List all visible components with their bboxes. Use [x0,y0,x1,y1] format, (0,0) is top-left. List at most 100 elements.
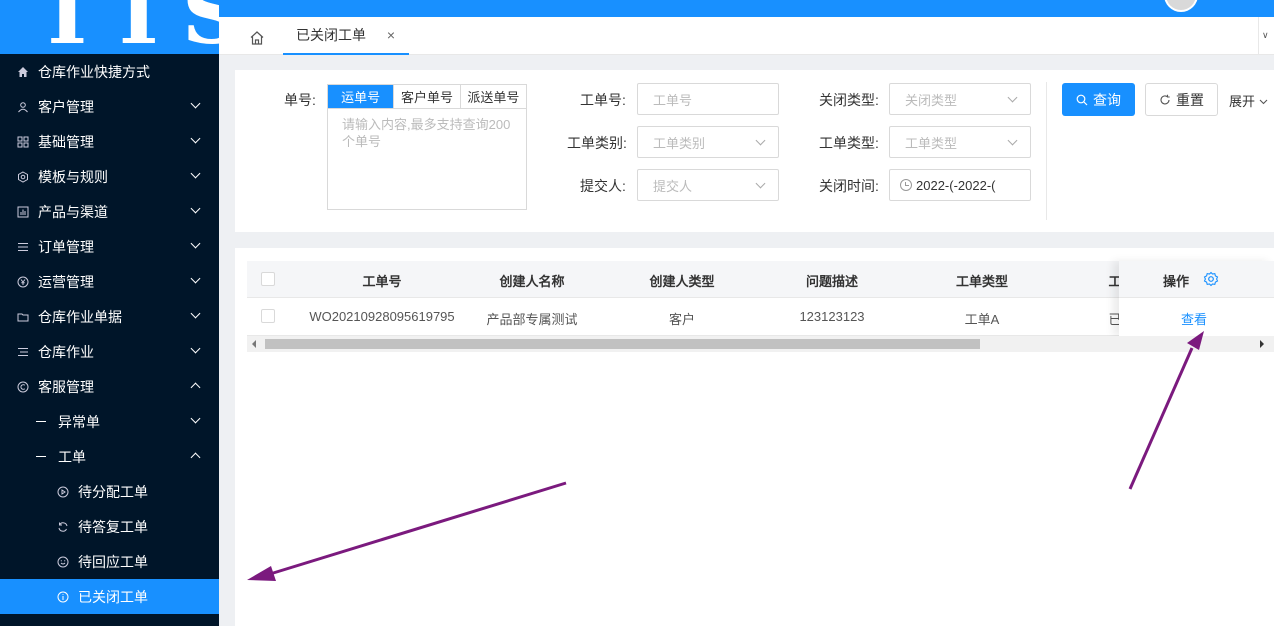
home-icon [250,31,264,45]
submitter-select[interactable]: 提交人 [637,169,779,201]
col-action: 操作 [1162,274,1189,289]
cell-ticket-no: WO20210928095619795 [309,309,455,324]
sidebar-item-customer-service[interactable]: 客服管理 [0,369,219,404]
sidebar-item-label: 待答复工单 [78,518,148,535]
sidebar-item-exceptions[interactable]: 异常单 [0,404,219,439]
logo-text: TTS [36,0,219,54]
order-no-textarea[interactable]: 请输入内容,最多支持查询200个单号 [327,108,527,210]
table-panel: 工单号 创建人名称 创建人类型 问题描述 工单类型 工 WO2021092809… [235,248,1274,626]
sidebar-item-label: 待分配工单 [78,483,148,500]
ticket-category-label: 工单类别: [567,135,627,151]
close-type-label: 关闭类型: [819,92,879,108]
tabs-bar: 已关闭工单 × ∨ [219,17,1274,55]
chevron-down-icon [190,308,201,319]
sidebar-item-label: 仓库作业快捷方式 [38,63,150,80]
tabs-more-button[interactable]: ∨ [1258,17,1274,55]
chevron-down-icon [190,133,201,144]
close-icon[interactable]: × [387,27,395,43]
sidebar-item-operations[interactable]: 运营管理 [0,264,219,299]
seg-delivery-no[interactable]: 派送单号 [461,85,526,108]
sidebar-item-products-channels[interactable]: 产品与渠道 [0,194,219,229]
sidebar-item-label: 产品与渠道 [38,203,108,220]
order-type-segmented: 运单号 客户单号 派送单号 [327,84,527,109]
col-creator-name: 创建人名称 [499,274,565,289]
reset-button-label: 重置 [1176,91,1204,108]
sidebar-item-label: 基础管理 [38,133,94,150]
horizontal-scrollbar[interactable] [247,336,1274,352]
scroll-left-icon[interactable] [252,340,256,348]
scroll-thumb[interactable] [265,339,980,349]
cell-ticket-type: 工单A [964,312,1000,327]
logo: TTS [0,0,219,54]
folder-icon [16,310,30,324]
submitter-label: 提交人: [580,178,626,194]
sidebar-item-label: 仓库作业单据 [38,308,122,325]
col-creator-type: 创建人类型 [649,274,715,289]
gear-icon[interactable] [1203,271,1219,287]
list-icon [16,240,30,254]
sidebar-item-warehouse-documents[interactable]: 仓库作业单据 [0,299,219,334]
sidebar: TTS 仓库作业快捷方式 客户管理 基础管理 模板与规则 产品与渠道 [0,0,219,626]
close-time-start: 2022-( [916,177,954,193]
chevron-down-icon [190,98,201,109]
sidebar-item-orders[interactable]: 订单管理 [0,229,219,264]
sidebar-item-pending-response[interactable]: 待回应工单 [0,544,219,579]
close-type-select[interactable]: 关闭类型 [889,83,1031,115]
tab-closed-tickets[interactable]: 已关闭工单 × [283,17,409,55]
sidebar-item-warehouse-shortcuts[interactable]: 仓库作业快捷方式 [0,54,219,89]
sidebar-item-customers[interactable]: 客户管理 [0,89,219,124]
select-placeholder: 提交人 [653,178,693,194]
sidebar-item-templates-rules[interactable]: 模板与规则 [0,159,219,194]
col-description: 问题描述 [805,274,858,289]
action-cell: 查看 [1119,298,1274,336]
sidebar-item-warehouse-operations[interactable]: 仓库作业 [0,334,219,369]
play-circle-icon [56,485,70,499]
select-placeholder: 工单类型 [905,135,958,151]
col-ticket-no: 工单号 [362,274,402,289]
sidebar-item-pending-assign[interactable]: 待分配工单 [0,474,219,509]
chevron-down-icon [190,168,201,179]
list-icon [16,345,30,359]
expand-toggle[interactable]: 展开 [1229,91,1268,110]
select-placeholder: 工单类别 [653,135,706,151]
view-link[interactable]: 查看 [1174,309,1214,328]
sidebar-item-closed-tickets[interactable]: 已关闭工单 [0,579,219,614]
ticket-type-select[interactable]: 工单类型 [889,126,1031,158]
sidebar-item-basic-management[interactable]: 基础管理 [0,124,219,159]
sidebar-item-label: 工单 [58,448,86,465]
seg-customer-no[interactable]: 客户单号 [394,85,461,108]
chevron-down-icon [1259,99,1268,105]
ticket-type-label: 工单类型: [819,135,879,151]
chevron-down-icon [1007,92,1018,103]
scroll-right-icon[interactable] [1260,340,1264,348]
home-icon [16,65,30,79]
sidebar-item-label: 客户管理 [38,98,94,115]
action-header: 操作 [1119,261,1274,298]
search-icon [1076,94,1088,105]
query-button[interactable]: 查询 [1062,83,1135,116]
sidebar-item-label: 已关闭工单 [78,588,148,605]
reset-button[interactable]: 重置 [1145,83,1218,116]
select-all-checkbox[interactable] [261,272,275,286]
chevron-down-icon [755,178,766,189]
sidebar-item-tickets[interactable]: 工单 [0,439,219,474]
clock-icon [900,179,912,191]
ticket-no-input[interactable]: 工单号 [637,83,779,115]
chevron-up-icon [190,382,201,393]
chevron-up-icon [190,452,201,463]
dash-icon [36,456,46,457]
sidebar-item-pending-reply[interactable]: 待答复工单 [0,509,219,544]
ticket-category-select[interactable]: 工单类别 [637,126,779,158]
divider [1046,82,1047,220]
yen-icon [16,275,30,289]
fixed-action-column: 操作 查看 [1119,261,1274,336]
home-tab[interactable] [237,25,277,51]
query-button-label: 查询 [1093,91,1121,108]
tab-label: 已关闭工单 [296,27,366,43]
row-checkbox[interactable] [261,309,275,323]
search-panel: 单号: 运单号 客户单号 派送单号 请输入内容,最多支持查询200个单号 工单号… [235,70,1274,232]
close-time-range[interactable]: 2022-( - 2022-( [889,169,1031,201]
seg-waybill-no[interactable]: 运单号 [328,85,395,108]
sidebar-item-label: 模板与规则 [38,168,108,185]
close-time-label: 关闭时间: [819,178,879,194]
